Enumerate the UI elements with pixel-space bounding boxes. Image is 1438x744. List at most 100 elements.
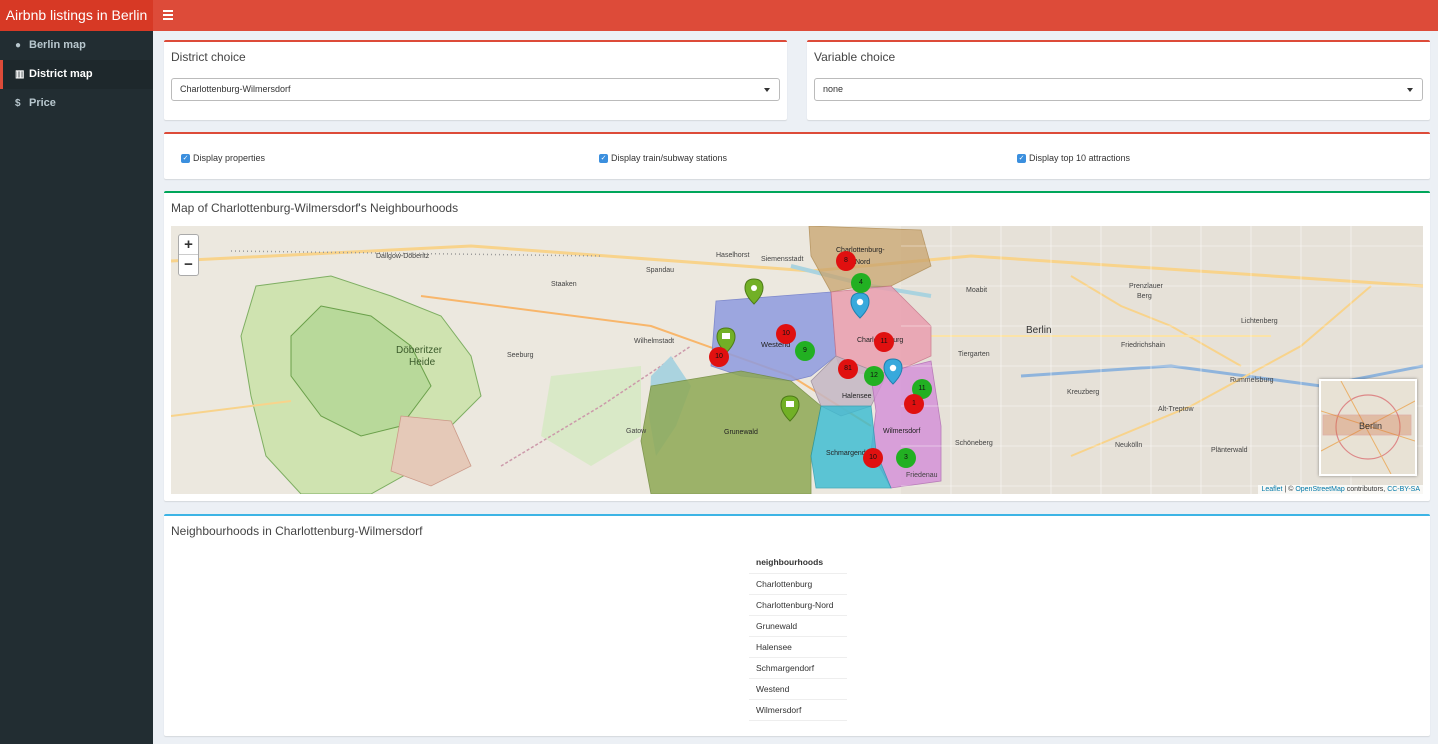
cluster-count: 12 (870, 372, 878, 379)
label-prenzlauer: Prenzlauer (1129, 283, 1164, 290)
zoom-in-button[interactable]: + (179, 235, 198, 255)
label-tiergarten: Tiergarten (958, 351, 990, 358)
cluster-marker[interactable]: 10 (776, 324, 796, 344)
leaflet-map[interactable]: Döberitzer Heide Westend Charlottenburg … (171, 226, 1423, 494)
sidebar-item-label: Price (29, 97, 56, 109)
cluster-count: 10 (869, 454, 877, 461)
minimap-label-berlin: Berlin (1359, 421, 1382, 431)
table-row: Halensee (749, 636, 847, 658)
map-box-title: Map of Charlottenburg-Wilmersdorf's Neig… (171, 201, 459, 215)
map-attribution: Leaflet | © OpenStreetMap contributors, … (1258, 485, 1423, 494)
variable-select-value: none (823, 84, 844, 94)
label-heide: Heide (409, 357, 436, 368)
cluster-marker[interactable]: 3 (896, 448, 916, 468)
caret-down-icon (764, 88, 770, 92)
cluster-marker[interactable]: 12 (864, 366, 884, 386)
label-plaenterwald: Plänterwald (1211, 447, 1248, 454)
label-kreuzberg: Kreuzberg (1067, 389, 1099, 396)
district-choice-title: District choice (171, 50, 246, 64)
label-friedenau: Friedenau (906, 472, 938, 479)
table-row: Schmargendorf (749, 657, 847, 679)
table-row: Grunewald (749, 615, 847, 637)
sidebar-toggle-icon[interactable] (163, 10, 173, 20)
table-header: neighbourhoods (749, 552, 847, 574)
sidebar-item-label: Berlin map (29, 39, 86, 51)
label-schoneberg: Schöneberg (955, 440, 993, 447)
minimap[interactable]: Berlin (1319, 379, 1417, 476)
label-spandau: Spandau (646, 267, 674, 274)
cluster-count: 11 (918, 385, 926, 392)
caret-down-icon (1407, 88, 1413, 92)
attribution-text: contributors, (1346, 486, 1386, 493)
cluster-marker[interactable]: 1 (904, 394, 924, 414)
cluster-count: 10 (782, 330, 790, 337)
variable-choice-title: Variable choice (814, 50, 896, 64)
table-cell: Halensee (749, 636, 847, 658)
district-choice-box: District choice Charlottenburg-Wilmersdo… (164, 40, 787, 120)
label-gatow: Gatow (626, 428, 647, 435)
label-staaken: Staaken (551, 281, 577, 288)
label-friedrichshain: Friedrichshain (1121, 342, 1165, 349)
cluster-marker[interactable]: 4 (851, 273, 871, 293)
label-moabit: Moabit (966, 287, 987, 294)
label-dallgow: Dallgow-Döberitz (376, 253, 430, 260)
cluster-count: 3 (904, 454, 908, 461)
label-siemensstadt: Siemensstadt (761, 256, 803, 263)
table-cell: Charlottenburg-Nord (749, 594, 847, 616)
cluster-count: 81 (844, 365, 852, 372)
table-cell: Wilmersdorf (749, 699, 847, 721)
app-brand[interactable]: Airbnb listings in Berlin (0, 0, 153, 31)
checkbox-checked-icon[interactable]: ✓ (599, 153, 608, 163)
zoom-control: + − (178, 234, 199, 276)
cluster-count: 4 (859, 279, 863, 286)
cluster-count: 8 (844, 257, 848, 264)
label-rummelsburg: Rummelsburg (1230, 377, 1274, 384)
cluster-marker[interactable]: 81 (838, 359, 858, 379)
attribution-separator: | © (1284, 486, 1294, 493)
district-select[interactable]: Charlottenburg-Wilmersdorf (171, 78, 780, 101)
top-navbar (153, 0, 1438, 31)
sidebar-item-district-map[interactable]: ▥ District map (0, 60, 153, 89)
variable-select[interactable]: none (814, 78, 1423, 101)
checkbox-checked-icon[interactable]: ✓ (1017, 153, 1026, 163)
cluster-marker[interactable]: 10 (709, 347, 729, 367)
zoom-out-button[interactable]: − (179, 255, 198, 275)
display-properties-checkbox[interactable]: ✓ Display properties (181, 153, 265, 163)
license-link[interactable]: CC-BY-SA (1387, 486, 1420, 493)
cluster-marker[interactable]: 11 (874, 332, 894, 352)
cluster-count: 1 (912, 400, 916, 407)
label-neukolln: Neukölln (1115, 442, 1142, 449)
label-berlin: Berlin (1026, 325, 1052, 336)
checkbox-checked-icon[interactable]: ✓ (181, 153, 190, 163)
table-cell: Charlottenburg (749, 573, 847, 595)
display-options-box: ✓ Display properties ✓ Display train/subwa… (164, 132, 1430, 179)
neighbourhoods-table: neighbourhoods Charlottenburg Charlotten… (749, 552, 847, 721)
globe-icon: ● (15, 40, 22, 51)
cluster-marker[interactable]: 9 (795, 341, 815, 361)
table-cell: Schmargendorf (749, 657, 847, 679)
table-row: Wilmersdorf (749, 699, 847, 721)
map-icon: ▥ (15, 69, 25, 80)
district-select-value: Charlottenburg-Wilmersdorf (180, 84, 291, 94)
cluster-count: 11 (880, 338, 888, 345)
table-row: Charlottenburg-Nord (749, 594, 847, 616)
label-berg: Berg (1137, 293, 1152, 300)
display-attractions-checkbox[interactable]: ✓ Display top 10 attractions (1017, 153, 1130, 163)
cluster-count: 10 (715, 353, 723, 360)
label-grunewald: Grunewald (724, 429, 758, 436)
variable-choice-box: Variable choice none (807, 40, 1430, 120)
display-stations-checkbox[interactable]: ✓ Display train/subway stations (599, 153, 727, 163)
checkbox-label: Display train/subway stations (611, 153, 728, 163)
sidebar-item-berlin-map[interactable]: ● Berlin map (0, 31, 153, 60)
sidebar-item-price[interactable]: $ Price (0, 89, 153, 118)
label-wilhelmstadt: Wilhelmstadt (634, 338, 674, 345)
label-haselhorst: Haselhorst (716, 252, 750, 259)
label-charlottenburg-nord-2: Nord (855, 259, 870, 266)
leaflet-link[interactable]: Leaflet (1261, 486, 1282, 493)
table-row: Charlottenburg (749, 573, 847, 595)
cluster-marker[interactable]: 10 (863, 448, 883, 468)
table-cell: Westend (749, 678, 847, 700)
cluster-count: 9 (803, 347, 807, 354)
cluster-marker[interactable]: 8 (836, 251, 856, 271)
osm-link[interactable]: OpenStreetMap (1295, 486, 1344, 493)
